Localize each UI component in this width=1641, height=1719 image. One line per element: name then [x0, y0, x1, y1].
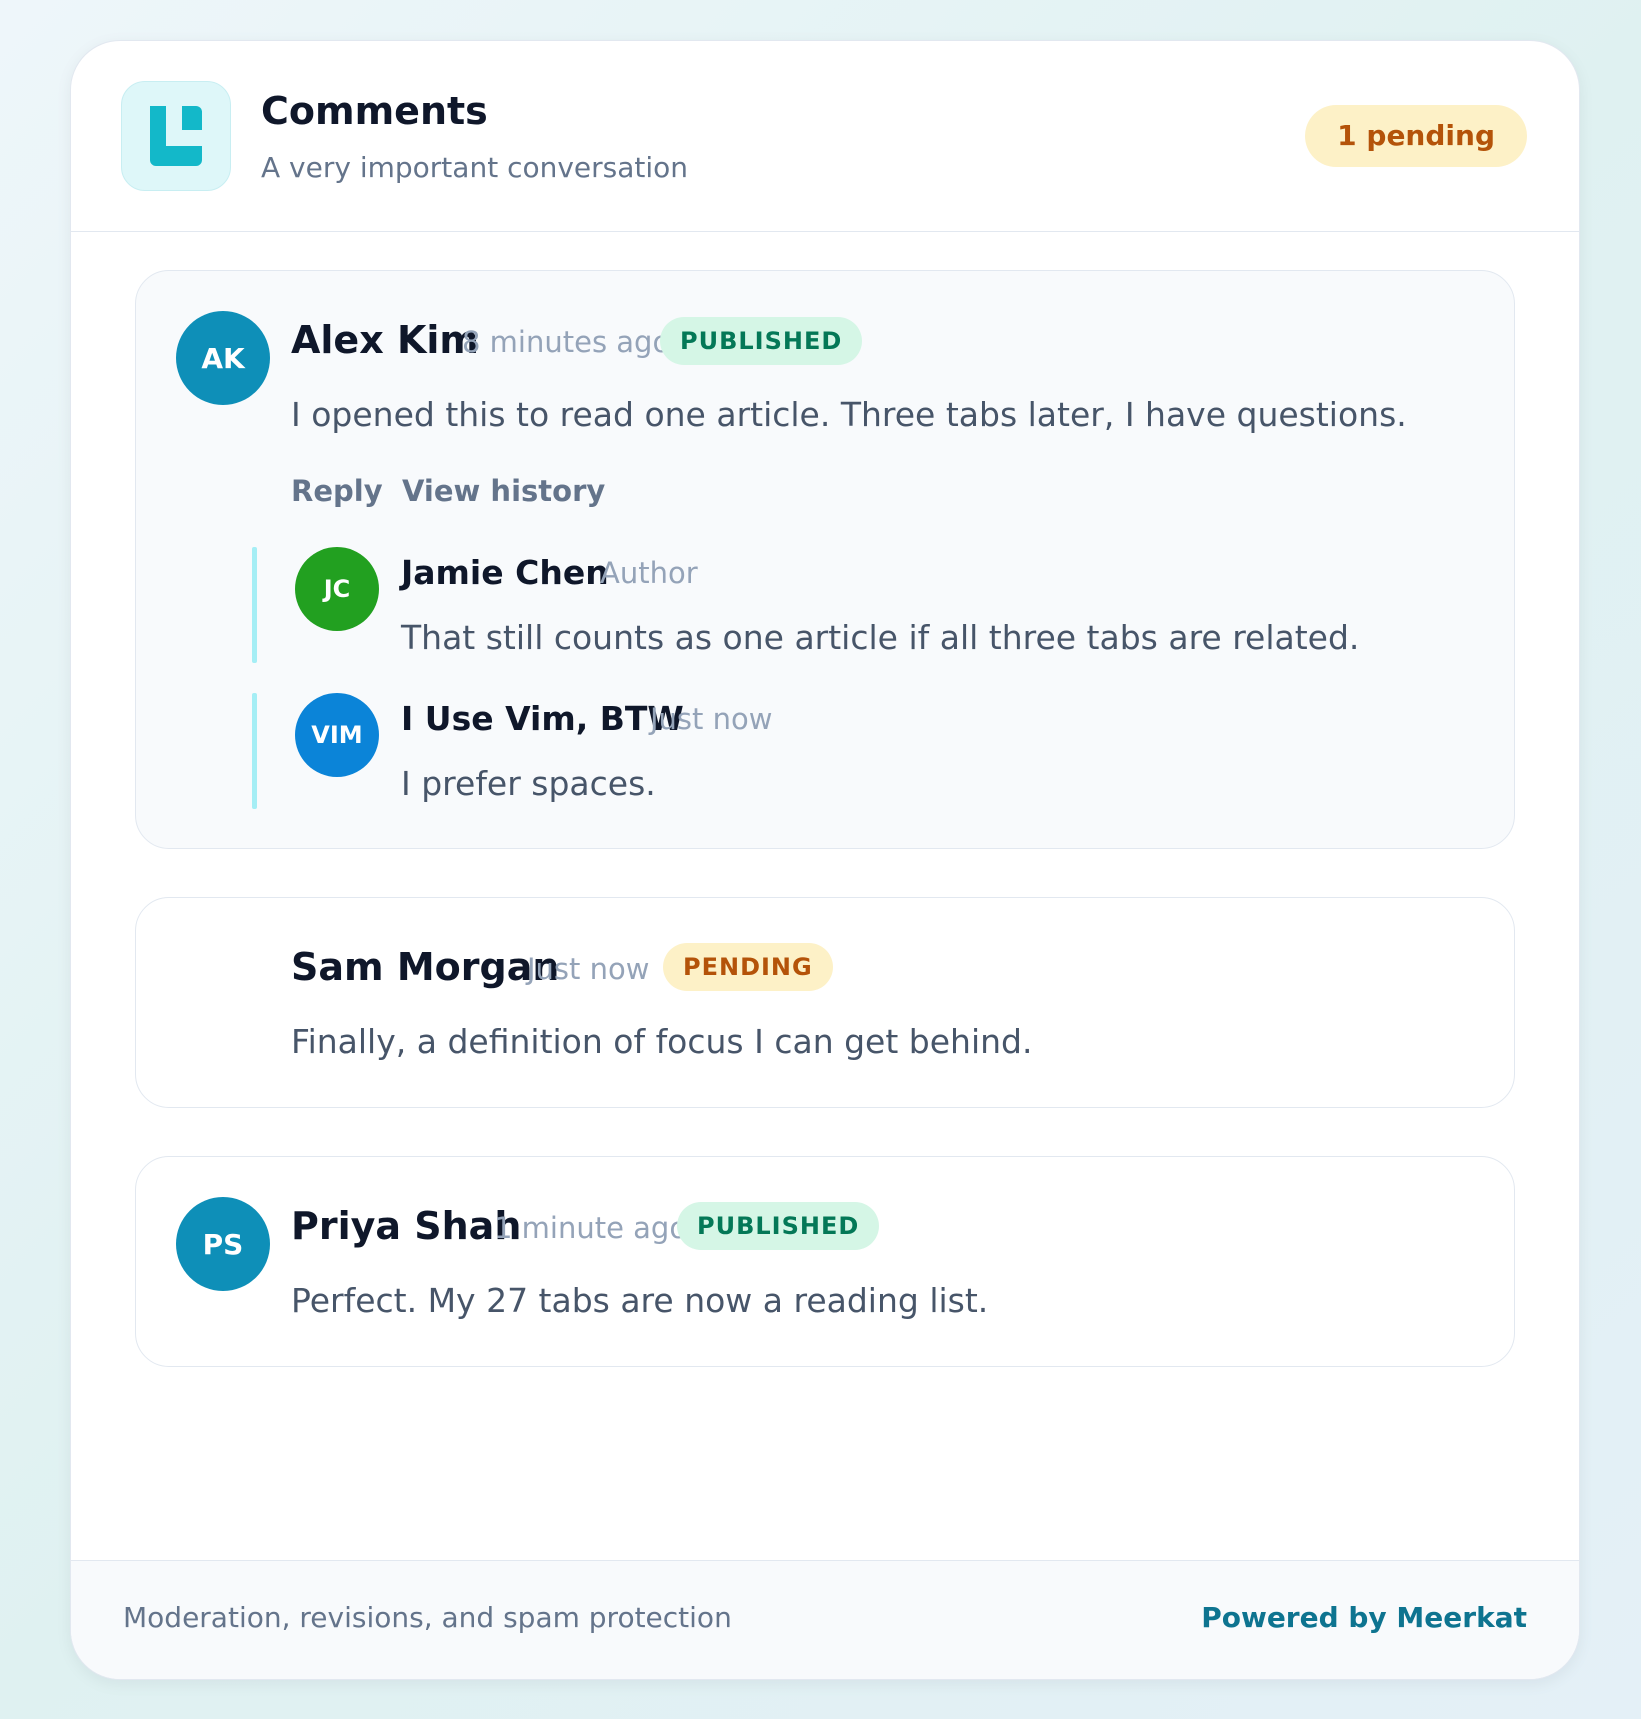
- reply-button[interactable]: Reply: [291, 474, 383, 508]
- comment-timestamp: Just now: [527, 952, 650, 986]
- comment-text: I opened this to read one article. Three…: [291, 395, 1407, 434]
- status-badge: PUBLISHED: [660, 317, 863, 365]
- view-history-button[interactable]: View history: [402, 474, 605, 508]
- comment-text: Finally, a definition of focus I can get…: [291, 1022, 1033, 1061]
- page-title: Comments: [261, 89, 488, 133]
- reply-author: I Use Vim, BTW: [401, 699, 684, 738]
- reply-text: That still counts as one article if all …: [401, 618, 1360, 657]
- reply-thread-line: [252, 693, 257, 809]
- comment-card: AK Alex Kim 8 minutes ago PUBLISHED I op…: [135, 270, 1515, 849]
- comments-widget: Comments A very important conversation 1…: [70, 40, 1580, 1680]
- comment-card: PS Priya Shah 1 minute ago PUBLISHED Per…: [135, 1156, 1515, 1367]
- avatar: JC: [295, 547, 379, 631]
- page-subtitle: A very important conversation: [261, 151, 689, 184]
- comment-author: Priya Shah: [291, 1204, 522, 1248]
- status-badge: PENDING: [663, 943, 833, 991]
- comment-timestamp: 1 minute ago: [494, 1211, 688, 1245]
- layout-icon: [121, 81, 231, 191]
- author-role-label: Author: [600, 556, 698, 590]
- avatar: PS: [176, 1197, 270, 1291]
- reply-author: Jamie Chen: [401, 553, 609, 592]
- reply-thread-line: [252, 547, 257, 663]
- comment-text: Perfect. My 27 tabs are now a reading li…: [291, 1281, 989, 1320]
- powered-by-link[interactable]: Powered by Meerkat: [1201, 1601, 1527, 1634]
- widget-header: Comments A very important conversation 1…: [71, 41, 1579, 232]
- comment-author: Alex Kim: [291, 318, 480, 362]
- footer-description: Moderation, revisions, and spam protecti…: [123, 1601, 732, 1634]
- widget-footer: Moderation, revisions, and spam protecti…: [71, 1560, 1579, 1679]
- reply-text: I prefer spaces.: [401, 764, 656, 803]
- reply-timestamp: Just now: [650, 702, 773, 736]
- avatar: AK: [176, 311, 270, 405]
- comment-author: Sam Morgan: [291, 945, 560, 989]
- comment-card: Sam Morgan Just now PENDING Finally, a d…: [135, 897, 1515, 1108]
- status-badge: PUBLISHED: [677, 1202, 880, 1250]
- avatar: VIM: [295, 693, 379, 777]
- comment-timestamp: 8 minutes ago: [462, 325, 671, 359]
- pending-count-badge[interactable]: 1 pending: [1305, 105, 1527, 167]
